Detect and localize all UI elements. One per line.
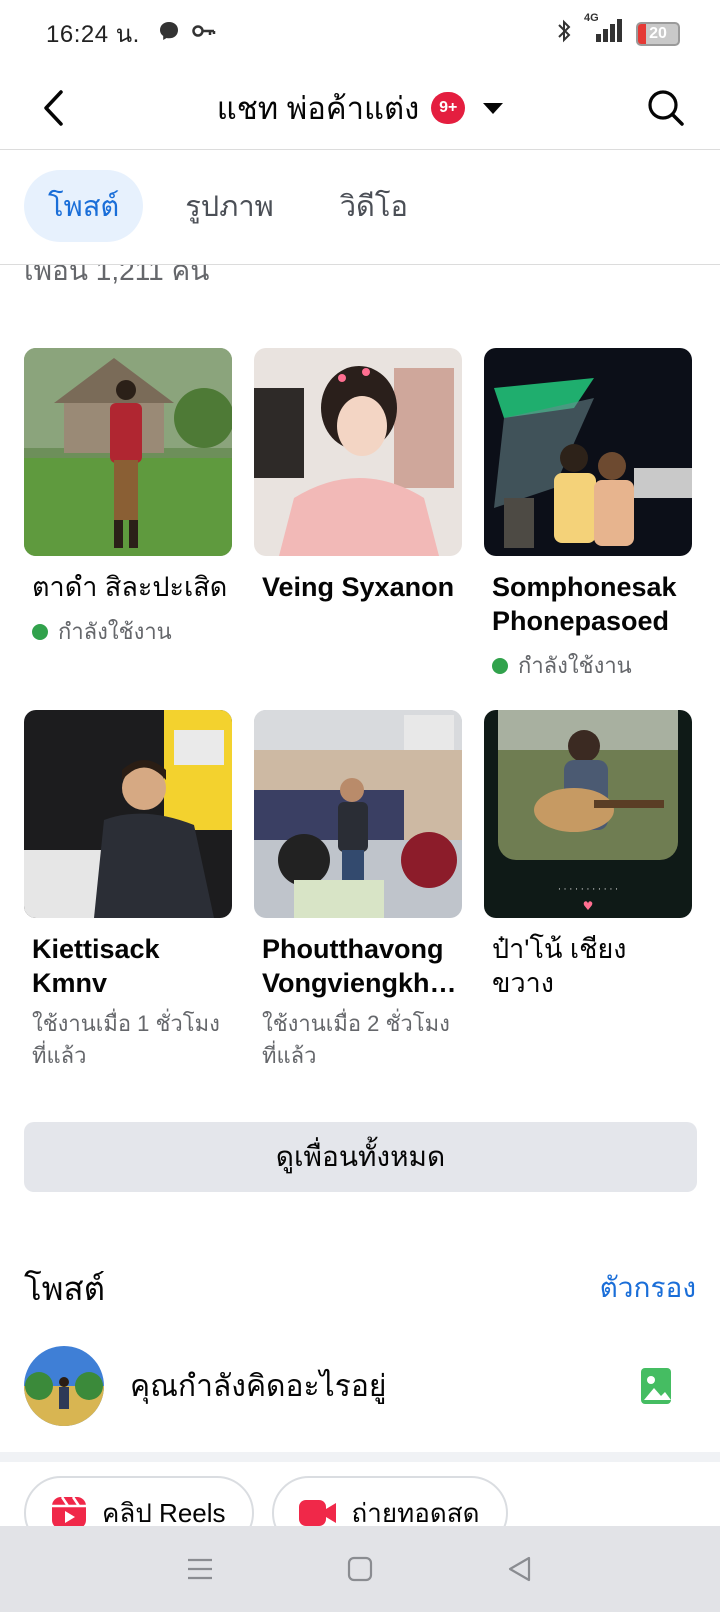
friend-name[interactable]: Kiettisack Kmnv <box>24 932 232 1000</box>
search-icon <box>648 90 684 126</box>
signal-icon: 4G <box>584 12 624 49</box>
friend-name[interactable]: ตาดำ สิละปะเสิด <box>24 570 232 604</box>
battery-fill <box>638 23 646 44</box>
friend-photo[interactable] <box>254 710 462 918</box>
live-video-icon <box>298 1500 336 1526</box>
friend-name[interactable]: Somphonesak Phonepasoed <box>484 570 692 638</box>
friend-status: กำลังใช้งาน <box>24 614 232 649</box>
battery-icon: 20 <box>636 21 680 46</box>
menu-icon <box>188 1558 212 1580</box>
home-button[interactable] <box>330 1539 390 1599</box>
svg-text:· · · · · · · · · · ·: · · · · · · · · · · · <box>558 885 618 895</box>
vpn-key-icon <box>192 23 216 44</box>
friend-name[interactable]: Phoutthavong Vongviengkh… <box>254 932 462 1000</box>
friend-last-active: ใช้งานเมื่อ 2 ชั่วโมงที่แล้ว <box>262 1011 450 1068</box>
friend-photo[interactable]: · · · · · · · · · · · ♥ <box>484 710 692 918</box>
system-back-button[interactable] <box>490 1539 550 1599</box>
friend-card[interactable]: ตาดำ สิละปะเสิด กำลังใช้งาน <box>24 348 232 649</box>
friends-count: เพื่อน 1,211 คน <box>24 265 210 286</box>
friend-name[interactable]: ป๋า'โน้ เชียงขวาง <box>484 932 692 1000</box>
network-type: 4G <box>584 12 599 24</box>
add-photo-button[interactable] <box>637 1366 677 1406</box>
avatar[interactable] <box>24 1346 104 1426</box>
status-bar: 16:24 น. 4G 20 <box>0 0 720 66</box>
post-composer[interactable]: คุณกำลังคิดอะไรอยู่ <box>24 1346 697 1426</box>
friend-photo[interactable] <box>484 348 692 556</box>
friend-status: กำลังใช้งาน <box>484 648 692 683</box>
composer-prompt[interactable]: คุณกำลังคิดอะไรอยู่ <box>130 1363 386 1410</box>
search-button[interactable] <box>642 84 690 132</box>
back-triangle-icon <box>508 1556 531 1582</box>
chevron-down-icon <box>483 102 504 114</box>
friend-photo[interactable] <box>254 348 462 556</box>
friend-photo[interactable] <box>24 348 232 556</box>
friend-card[interactable]: · · · · · · · · · · · ♥ ป๋า'โน้ เชียงขวา… <box>484 710 692 1000</box>
notification-badge: 9+ <box>431 92 466 124</box>
friend-photo[interactable] <box>24 710 232 918</box>
photo-icon <box>641 1368 671 1404</box>
menu-button[interactable] <box>170 1539 230 1599</box>
bluetooth-icon <box>556 18 572 49</box>
filter-button[interactable]: ตัวกรอง <box>600 1266 696 1310</box>
divider <box>0 1452 720 1462</box>
profile-tabs: โพสต์ รูปภาพ วิดีโอ <box>24 170 432 242</box>
tab-photos[interactable]: รูปภาพ <box>161 170 298 242</box>
friend-status-text: กำลังใช้งาน <box>518 653 632 678</box>
home-square-icon <box>347 1556 373 1582</box>
profile-switcher[interactable]: แชท พ่อค้าแต่ง 9+ <box>0 66 720 150</box>
friend-card[interactable]: Veing Syxanon <box>254 348 462 604</box>
system-navigation-bar <box>0 1526 720 1612</box>
online-status-icon <box>492 657 508 674</box>
friend-last-active: ใช้งานเมื่อ 1 ชั่วโมงที่แล้ว <box>32 1011 220 1068</box>
tab-videos[interactable]: วิดีโอ <box>316 170 432 242</box>
friend-name[interactable]: Veing Syxanon <box>254 570 462 604</box>
tab-posts[interactable]: โพสต์ <box>24 170 144 242</box>
messenger-notification-icon <box>158 20 180 47</box>
app-header: แชท พ่อค้าแต่ง 9+ <box>0 66 720 150</box>
page-title: แชท พ่อค้าแต่ง <box>216 91 420 126</box>
online-status-icon <box>32 623 48 640</box>
friend-card[interactable]: Kiettisack Kmnv ใช้งานเมื่อ 1 ชั่วโมงที่… <box>24 710 232 1072</box>
status-time: 16:24 น. <box>46 20 140 48</box>
friend-card[interactable]: Somphonesak Phonepasoed กำลังใช้งาน <box>484 348 692 683</box>
friend-status-text: กำลังใช้งาน <box>58 619 172 644</box>
see-all-friends-button[interactable]: ดูเพื่อนทั้งหมด <box>24 1122 697 1192</box>
battery-level: 20 <box>649 24 667 42</box>
svg-text:♥: ♥ <box>583 899 594 913</box>
posts-heading: โพสต์ <box>24 1270 106 1307</box>
friend-card[interactable]: Phoutthavong Vongviengkh… ใช้งานเมื่อ 2 … <box>254 710 462 1072</box>
